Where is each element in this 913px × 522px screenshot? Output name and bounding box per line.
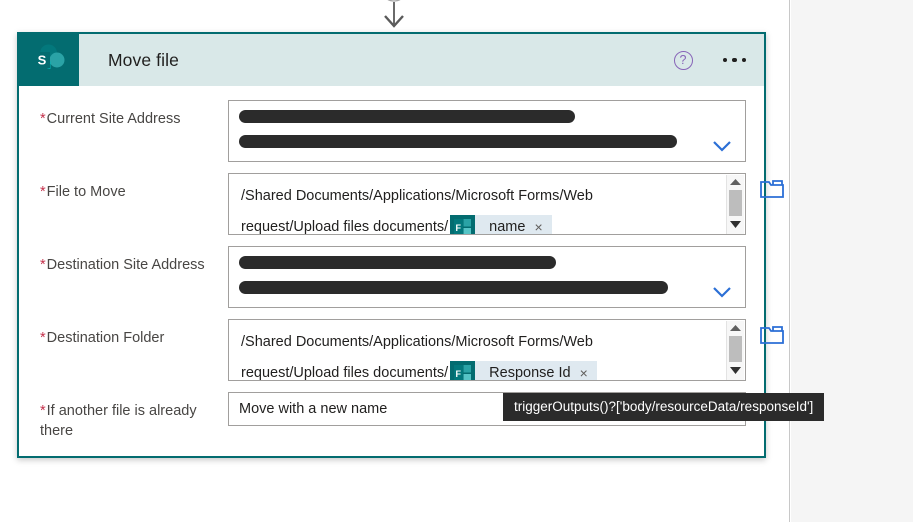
field-destination-site-address: *Destination Site Address	[19, 246, 764, 308]
token-label: name	[489, 218, 526, 235]
field-file-to-move: *File to Move /Shared Documents/Applicat…	[19, 173, 784, 235]
field-label: *Destination Folder	[40, 319, 228, 381]
scrollbar-thumb[interactable]	[729, 336, 742, 362]
required-asterisk: *	[40, 257, 46, 273]
dynamic-content-token-name[interactable]: F name ×	[450, 212, 552, 235]
required-asterisk: *	[40, 184, 46, 200]
redacted-value-line	[239, 135, 678, 148]
path-text-line-2: request/Upload files documents/ F	[241, 358, 711, 381]
scroll-up-arrow[interactable]	[727, 321, 744, 335]
card-title: Move file	[108, 49, 179, 70]
card-body: *Current Site Address *File to Move /Sha…	[19, 86, 784, 441]
field-label: *If another file is already there	[40, 392, 228, 441]
field-control	[228, 246, 746, 308]
scroll-down-arrow[interactable]	[727, 363, 744, 377]
required-asterisk: *	[40, 111, 46, 127]
selected-value: Move with a new name	[239, 401, 388, 417]
redacted-value-line	[239, 110, 575, 123]
field-control: /Shared Documents/Applications/Microsoft…	[228, 319, 784, 381]
field-label-text: If another file is already there	[40, 403, 197, 439]
flow-designer-canvas: S Move file ? *Current Site Address *Fil…	[0, 0, 913, 522]
flow-connector-arrow	[374, 0, 414, 32]
svg-text:F: F	[456, 369, 462, 379]
field-label: *Current Site Address	[40, 100, 228, 162]
sharepoint-icon: S	[19, 34, 79, 86]
folder-picker-icon[interactable]	[759, 324, 785, 346]
field-label: *Destination Site Address	[40, 246, 228, 308]
svg-text:S: S	[38, 53, 47, 68]
redacted-value-line	[239, 281, 668, 294]
field-label-text: Destination Site Address	[46, 257, 205, 273]
dynamic-content-token-response-id[interactable]: F Response Id ×	[450, 358, 597, 381]
field-label-text: File to Move	[46, 184, 126, 200]
field-control: /Shared Documents/Applications/Microsoft…	[228, 173, 784, 235]
required-asterisk: *	[40, 330, 46, 346]
chevron-down-icon[interactable]	[711, 285, 733, 299]
microsoft-forms-icon: F	[450, 214, 476, 234]
field-destination-folder: *Destination Folder /Shared Documents/Ap…	[19, 319, 784, 381]
panel-divider	[789, 0, 790, 522]
path-text-line-1: /Shared Documents/Applications/Microsoft…	[241, 334, 593, 350]
card-header[interactable]: S Move file ?	[19, 34, 764, 86]
overflow-menu-icon[interactable]	[719, 52, 751, 69]
right-side-panel	[791, 0, 913, 522]
token-remove-icon[interactable]: ×	[534, 212, 551, 234]
current-site-address-input[interactable]	[228, 100, 746, 162]
path-text-line-2-text: request/Upload files documents/	[241, 219, 449, 235]
field-label-text: Destination Folder	[46, 330, 165, 346]
microsoft-forms-icon: F	[450, 360, 476, 380]
folder-picker-icon[interactable]	[759, 178, 785, 200]
path-text-line-2: request/Upload files documents/ F	[241, 212, 711, 235]
destination-site-address-input[interactable]	[228, 246, 746, 308]
field-current-site-address: *Current Site Address	[19, 100, 764, 162]
token-remove-icon[interactable]: ×	[580, 358, 597, 380]
field-label-text: Current Site Address	[46, 111, 181, 127]
field-control	[228, 100, 746, 162]
file-to-move-input[interactable]: /Shared Documents/Applications/Microsoft…	[228, 173, 746, 235]
vertical-scrollbar[interactable]	[726, 321, 744, 380]
card-header-actions: ?	[673, 34, 751, 86]
path-text-line-1: /Shared Documents/Applications/Microsoft…	[241, 188, 593, 204]
vertical-scrollbar[interactable]	[726, 175, 744, 234]
scroll-down-arrow[interactable]	[727, 217, 744, 231]
destination-folder-input[interactable]: /Shared Documents/Applications/Microsoft…	[228, 319, 746, 381]
chevron-down-icon[interactable]	[711, 139, 733, 153]
scroll-up-arrow[interactable]	[727, 175, 744, 189]
required-asterisk: *	[40, 403, 46, 419]
svg-text:F: F	[456, 223, 462, 233]
scrollbar-thumb[interactable]	[729, 190, 742, 216]
token-label: Response Id	[489, 364, 571, 381]
expression-tooltip: triggerOutputs()?['body/resourceData/res…	[503, 393, 825, 421]
path-text-line-2-text: request/Upload files documents/	[241, 365, 449, 381]
redacted-value-line	[239, 256, 556, 269]
field-label: *File to Move	[40, 173, 228, 235]
help-icon[interactable]: ?	[673, 50, 693, 70]
